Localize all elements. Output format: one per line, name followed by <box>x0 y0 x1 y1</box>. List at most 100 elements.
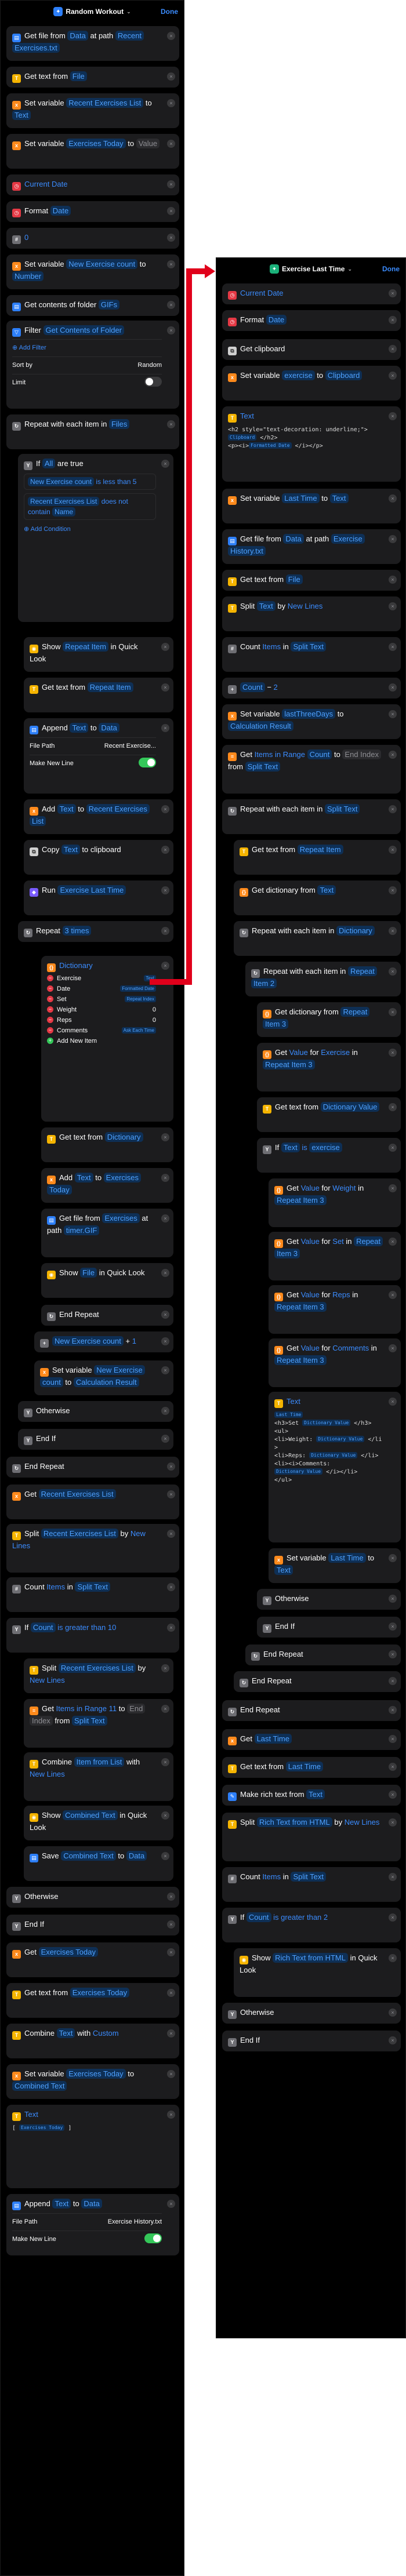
remove-action-icon[interactable]: × <box>389 576 397 584</box>
parameter-value[interactable]: Exercise <box>321 1048 350 1057</box>
remove-action-icon[interactable]: × <box>167 1948 175 1956</box>
remove-action-icon[interactable]: × <box>389 1763 397 1771</box>
parameter-value[interactable]: Custom <box>93 2029 119 2037</box>
shortcut-action[interactable]: x Set variable Last Time to Text × <box>222 489 401 523</box>
shortcut-action[interactable]: Y Otherwise × <box>6 1887 179 1908</box>
remove-action-icon[interactable]: × <box>167 1624 175 1632</box>
shortcut-action[interactable]: x Set variable New Exercise count to Calc… <box>34 1360 173 1395</box>
shortcut-action[interactable]: ≡ Get Items in Range Count to End Index f… <box>222 745 401 794</box>
shortcut-action[interactable]: T Combine Text with Custom × <box>6 2024 179 2058</box>
variable-token[interactable]: Text <box>256 601 276 611</box>
remove-action-icon[interactable]: × <box>161 1705 169 1713</box>
shortcut-action[interactable]: ◉ Show File in Quick Look × <box>41 1263 173 1298</box>
remove-action-icon[interactable]: × <box>389 710 397 718</box>
shortcut-action[interactable]: T Get text from File × <box>222 570 401 591</box>
remove-action-icon[interactable]: × <box>161 927 169 935</box>
shortcut-action[interactable]: x Get Last Time × <box>222 1729 401 1750</box>
remove-action-icon[interactable]: × <box>161 724 169 732</box>
shortcut-action[interactable]: x Add Text to Exercises Today × <box>41 1168 173 1203</box>
remove-action-icon[interactable]: × <box>161 962 169 970</box>
remove-action-icon[interactable]: × <box>161 1758 169 1766</box>
shortcut-action[interactable]: x Set variable exercise to Clipboard × <box>222 366 401 401</box>
parameter-value[interactable]: Recent Exercise... <box>104 740 156 752</box>
remove-action-icon[interactable]: × <box>167 301 175 309</box>
variable-token[interactable]: Combined Text <box>63 1810 118 1820</box>
add-condition-button[interactable]: ⊕ Add Condition <box>24 523 156 535</box>
variable-token[interactable]: Text <box>52 2199 71 2208</box>
remove-action-icon[interactable]: × <box>161 1407 169 1415</box>
remove-action-icon[interactable]: × <box>389 886 397 894</box>
remove-action-icon[interactable]: × <box>161 460 169 468</box>
variable-token[interactable]: Combined Text <box>61 1851 116 1861</box>
variable-token[interactable]: Data <box>81 2199 102 2208</box>
parameter-value[interactable]: Value <box>301 1290 320 1299</box>
remove-action-icon[interactable]: × <box>389 1622 397 1631</box>
remove-action-icon[interactable]: × <box>161 683 169 692</box>
shortcut-action[interactable]: ⧉ Copy Text to clipboard × <box>24 840 173 875</box>
variable-token[interactable]: Repeat Item <box>63 642 108 652</box>
parameter-value[interactable]: Value <box>301 1237 320 1246</box>
parameter-value[interactable]: Items in Range <box>56 1704 107 1713</box>
dictionary-key[interactable]: Date <box>57 985 100 993</box>
remove-action-icon[interactable]: × <box>161 1133 169 1141</box>
remove-action-icon[interactable]: × <box>389 1791 397 1799</box>
inline-variable[interactable]: Clipboard <box>228 434 257 441</box>
condition-row[interactable]: Recent Exercises List does not contain N… <box>24 493 156 520</box>
dictionary-value[interactable]: 0 <box>153 1017 156 1024</box>
remove-action-icon[interactable]: × <box>161 846 169 854</box>
variable-token[interactable]: Recent Exercises List <box>28 496 100 506</box>
parameter-value[interactable]: Text <box>24 2110 38 2119</box>
parameter-value[interactable]: New Lines <box>30 1770 65 1778</box>
shortcut-action[interactable]: ◷ Current Date × <box>6 174 179 195</box>
remove-action-icon[interactable]: × <box>389 1144 397 1152</box>
shortcut-action[interactable]: ↻ Repeat 3 times × <box>18 921 173 942</box>
variable-token[interactable]: New Exercise count <box>66 259 138 269</box>
remove-action-icon[interactable]: × <box>167 1490 175 1498</box>
shortcut-action[interactable]: ◉ Show Combined Text in Quick Look × <box>24 1806 173 1840</box>
variable-token[interactable]: Rich Text from HTML <box>256 1817 332 1827</box>
remove-action-icon[interactable]: × <box>167 2111 175 2119</box>
parameter-value[interactable]: Items <box>262 642 281 651</box>
shortcut-action[interactable]: ◆ Run Exercise Last Time × <box>24 881 173 915</box>
dictionary-key[interactable]: Reps <box>57 1016 100 1024</box>
shortcut-action[interactable]: T Split Rich Text from HTML by New Lines × <box>222 1813 401 1861</box>
parameter-value[interactable]: New Lines <box>288 602 323 610</box>
remove-action-icon[interactable]: × <box>161 643 169 651</box>
shortcut-action[interactable]: Y If Text is exercise × <box>257 1138 401 1173</box>
remove-action-icon[interactable]: × <box>389 1049 397 1057</box>
done-button[interactable]: Done <box>382 265 400 273</box>
shortcut-action[interactable]: ◉ Show Rich Text from HTML in Quick Look × <box>234 1948 401 1997</box>
shortcut-action[interactable]: ↻ End Repeat × <box>6 1457 179 1478</box>
variable-token[interactable]: Recent Exercises List <box>41 1529 118 1538</box>
shortcut-action[interactable]: Y End If × <box>257 1617 401 1638</box>
variable-token[interactable]: Count <box>307 749 332 759</box>
shortcut-action[interactable]: {} Get dictionary from Repeat Item 3 × <box>257 1002 401 1037</box>
placeholder-token[interactable]: End Index <box>342 749 381 759</box>
variable-token[interactable]: Number <box>12 271 44 281</box>
remove-item-icon[interactable]: − <box>47 1006 53 1013</box>
remove-action-icon[interactable]: × <box>167 99 175 107</box>
remove-action-icon[interactable]: × <box>389 643 397 651</box>
remove-action-icon[interactable]: × <box>167 72 175 81</box>
remove-action-icon[interactable]: × <box>161 1852 169 1860</box>
shortcut-action[interactable]: Y Otherwise × <box>18 1401 173 1422</box>
variable-token[interactable]: Count <box>30 1622 56 1632</box>
shortcut-action[interactable]: Y If Count is greater than 10 × <box>6 1618 179 1653</box>
variable-token[interactable]: Repeat Item 3 <box>274 1301 327 1312</box>
shortcut-action[interactable]: ↻ Repeat with each item in Split Text × <box>222 799 401 834</box>
parameter-value[interactable]: Text <box>240 412 254 420</box>
shortcut-action[interactable]: x Set variable lastThreeDays to Calculati… <box>222 704 401 739</box>
parameter-value[interactable]: Text <box>287 1397 300 1406</box>
variable-token[interactable]: Text <box>306 1789 325 1799</box>
variable-token[interactable]: Last Time <box>282 493 320 503</box>
parameter-value[interactable]: Value <box>301 1184 320 1192</box>
variable-token[interactable]: Files <box>108 419 130 429</box>
variable-token[interactable]: Exercises <box>102 1213 140 1223</box>
remove-action-icon[interactable]: × <box>167 2029 175 2037</box>
variable-token[interactable]: Repeat Item 3 <box>274 1355 327 1365</box>
variable-token[interactable]: Text <box>12 110 31 120</box>
variable-token[interactable]: Last Time <box>285 1762 324 1771</box>
variable-token[interactable]: Repeat Item 3 <box>263 1059 315 1069</box>
inline-variable[interactable]: Dictionary Value <box>302 1419 351 1426</box>
variable-token[interactable]: Date <box>266 315 287 325</box>
